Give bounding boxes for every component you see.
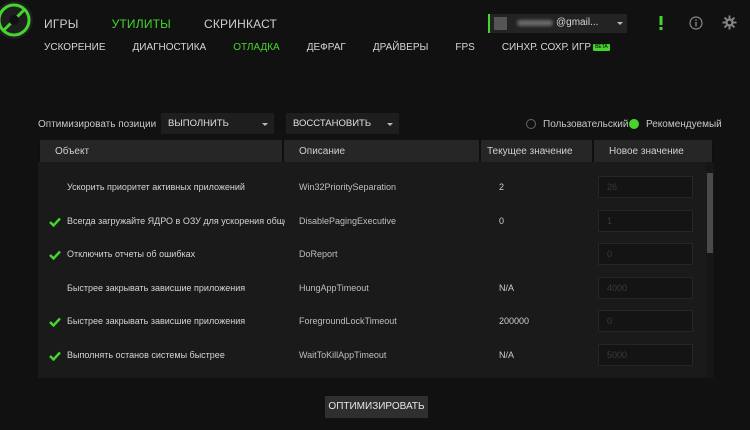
- optimize-items-label: Оптимизировать позиции: [38, 119, 157, 130]
- radio-recommended[interactable]: [629, 119, 639, 129]
- checkbox-empty[interactable]: [49, 284, 61, 294]
- scrollbar-thumb[interactable]: [707, 173, 713, 253]
- new-value-text: 0: [607, 316, 613, 327]
- account-name-blurred: [517, 20, 553, 26]
- beta-badge: BETA: [593, 43, 610, 51]
- radio-recommended-label: Рекомендуемый: [646, 119, 722, 130]
- object-cell: Быстрее закрывать зависшие приложения: [67, 316, 246, 327]
- sub-nav: УСКОРЕНИЕ ДИАГНОСТИКА ОТЛАДКА ДЕФРАГ ДРА…: [44, 42, 637, 53]
- new-value-input[interactable]: 0: [598, 243, 693, 266]
- account-dropdown[interactable]: @gmail...: [488, 14, 627, 33]
- account-email: @gmail...: [556, 17, 599, 28]
- checkmark-icon[interactable]: [49, 351, 61, 361]
- new-value-text: 1: [607, 215, 613, 226]
- description-cell: WaitToKillAppTimeout: [299, 350, 387, 360]
- object-cell: Отключить отчеты об ошибках: [67, 249, 196, 260]
- current-value-cell: N/A: [499, 350, 515, 360]
- table-row[interactable]: Быстрее закрывать зависшие приложения Hun…: [38, 272, 706, 306]
- table-row[interactable]: Выполнять останов системы быстрее WaitToK…: [38, 339, 706, 373]
- table-row[interactable]: Быстрее закрывать зависшие приложения For…: [38, 305, 706, 339]
- main-nav: ИГРЫ УТИЛИТЫ СКРИНКАСТ: [44, 17, 310, 31]
- new-value-text: 4000: [607, 282, 628, 293]
- current-value-cell: N/A: [499, 282, 515, 293]
- execute-dropdown-label: ВЫПОЛНИТЬ: [168, 118, 229, 129]
- table-header: Объект Описание Текущее значение Новое з…: [38, 140, 714, 162]
- checkmark-icon[interactable]: [49, 217, 61, 227]
- subtab-drivers[interactable]: ДРАЙВЕРЫ: [373, 42, 429, 53]
- column-header-description[interactable]: Описание: [284, 140, 479, 162]
- info-icon[interactable]: [689, 16, 703, 30]
- object-cell: Быстрее закрывать зависшие приложения: [67, 282, 246, 293]
- object-cell: Всегда загружайте ЯДРО в ОЗУ для ускорен…: [67, 215, 285, 226]
- current-value-cell: 0: [499, 215, 505, 226]
- restore-dropdown-label: ВОССТАНОВИТЬ: [293, 118, 372, 129]
- current-value-cell: 2: [499, 182, 505, 192]
- tab-screencast[interactable]: СКРИНКАСТ: [204, 17, 277, 31]
- new-value-text: 26: [607, 182, 618, 192]
- chevron-down-icon: [617, 22, 623, 25]
- description-cell: ForegroundLockTimeout: [299, 316, 397, 327]
- subtab-diagnostics[interactable]: ДИАГНОСТИКА: [132, 42, 206, 53]
- subtab-boost[interactable]: УСКОРЕНИЕ: [44, 42, 105, 53]
- razer-logo-icon: [0, 1, 33, 39]
- subtab-debug[interactable]: ОТЛАДКА: [233, 42, 280, 53]
- checkbox-empty[interactable]: [49, 183, 61, 193]
- subtab-save-sync[interactable]: СИНХР. СОХР. ИГР BETA: [502, 42, 610, 53]
- new-value-text: 5000: [607, 350, 628, 360]
- current-value-cell: 200000: [499, 316, 530, 327]
- tab-utilities[interactable]: УТИЛИТЫ: [112, 17, 171, 31]
- new-value-input[interactable]: 4000: [598, 276, 693, 299]
- table-row[interactable]: Ускорить приоритет активных приложений Wi…: [38, 171, 706, 205]
- optimize-button[interactable]: ОПТИМИЗИРОВАТЬ: [325, 396, 428, 418]
- avatar: [494, 17, 507, 30]
- new-value-input[interactable]: 1: [598, 209, 693, 232]
- tab-games[interactable]: ИГРЫ: [44, 17, 79, 31]
- new-value-text: 0: [607, 249, 613, 260]
- execute-dropdown[interactable]: ВЫПОЛНИТЬ: [161, 113, 274, 134]
- table-row[interactable]: Отключить отчеты об ошибках DoReport 0: [38, 238, 706, 272]
- new-value-input[interactable]: 26: [598, 176, 693, 198]
- exclamation-icon[interactable]: [658, 16, 664, 30]
- radio-custom-label: Пользовательский: [543, 119, 629, 130]
- description-cell: DisablePagingExecutive: [299, 215, 397, 226]
- subtab-defrag[interactable]: ДЕФРАГ: [307, 42, 346, 53]
- checkmark-icon[interactable]: [49, 250, 61, 261]
- description-cell: Win32PrioritySeparation: [299, 182, 397, 192]
- description-cell: HungAppTimeout: [299, 282, 369, 293]
- radio-custom[interactable]: [526, 119, 536, 129]
- chevron-down-icon: [262, 123, 268, 126]
- new-value-input[interactable]: 5000: [598, 344, 693, 366]
- checkmark-icon[interactable]: [49, 317, 61, 328]
- gear-icon[interactable]: [722, 15, 737, 30]
- column-header-new[interactable]: Новое значение: [594, 140, 712, 162]
- column-header-current[interactable]: Текущее значение: [481, 140, 592, 162]
- restore-dropdown[interactable]: ВОССТАНОВИТЬ: [286, 113, 399, 134]
- chevron-down-icon: [387, 123, 393, 126]
- table-row[interactable]: Всегда загружайте ЯДРО в ОЗУ для ускорен…: [38, 205, 706, 239]
- object-cell: Ускорить приоритет активных приложений: [67, 182, 245, 192]
- new-value-input[interactable]: 0: [598, 310, 693, 333]
- object-cell: Выполнять останов системы быстрее: [67, 350, 225, 360]
- subtab-save-sync-label: СИНХР. СОХР. ИГР: [501, 42, 592, 53]
- description-cell: DoReport: [299, 249, 338, 260]
- tweaks-table: Объект Описание Текущее значение Новое з…: [38, 140, 714, 378]
- column-header-object[interactable]: Объект: [40, 140, 282, 162]
- subtab-fps[interactable]: FPS: [455, 42, 474, 53]
